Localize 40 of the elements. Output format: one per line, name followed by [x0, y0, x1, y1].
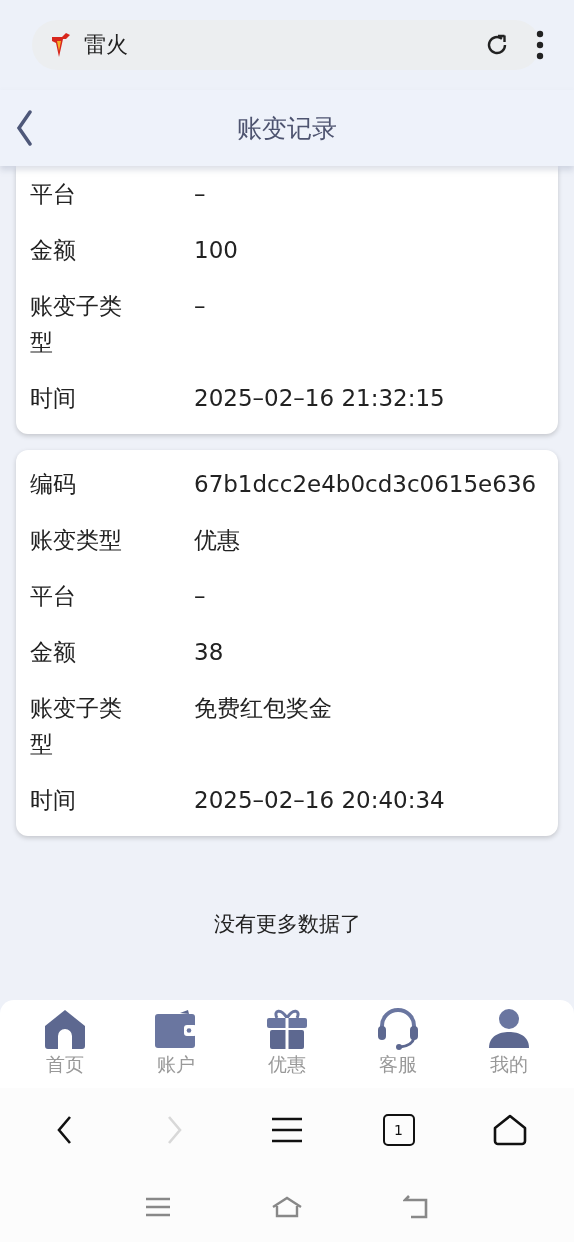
menu-icon[interactable]: [271, 1117, 303, 1143]
more-icon[interactable]: [536, 30, 544, 60]
home-icon[interactable]: [493, 1114, 528, 1146]
end-message: 没有更多数据了: [212, 911, 362, 938]
home-icon: [43, 1008, 88, 1050]
field-value: –: [194, 292, 207, 321]
back-icon[interactable]: [16, 110, 32, 146]
return-icon[interactable]: [403, 1195, 429, 1219]
field-value: 2025–02–16 20:40:34: [194, 786, 446, 815]
field-label: 账变类型: [30, 526, 123, 555]
field-label: 金额: [30, 236, 77, 265]
tab-item[interactable]: 客服: [357, 1008, 438, 1088]
site-name: 雷火: [84, 31, 128, 59]
field-value: –: [194, 582, 207, 611]
field-value: 100: [194, 236, 239, 265]
field-value: –: [194, 180, 207, 209]
tab-item[interactable]: 优惠: [247, 1008, 327, 1088]
field-value: 2025–02–16 21:32:15: [194, 384, 446, 413]
field-label: 编码: [30, 470, 77, 499]
gift-icon: [265, 1008, 309, 1050]
field-label: 时间: [30, 384, 77, 413]
field-label: 平台: [30, 180, 77, 209]
tab-item[interactable]: 账户: [136, 1008, 217, 1088]
field-value: 优惠: [194, 526, 241, 555]
field-value: 免费红包奖金: [194, 694, 333, 723]
back-icon[interactable]: [55, 1115, 72, 1145]
page-title: 账变记录: [236, 112, 338, 145]
field-label: 账变子类型: [30, 694, 123, 759]
field-label: 平台: [30, 582, 77, 611]
field-label: 金额: [30, 638, 77, 667]
field-value: 38: [194, 638, 225, 667]
user-icon: [486, 1008, 531, 1050]
address-bar[interactable]: 雷火: [32, 20, 540, 70]
field-label: 时间: [30, 786, 77, 815]
field-value: 67b1dcc2e4b0cd3c0615e636: [194, 470, 538, 499]
tab-item[interactable]: 首页: [25, 1008, 106, 1088]
tab-item[interactable]: 我的: [468, 1008, 549, 1088]
headset-icon: [375, 1008, 420, 1050]
tabs-button[interactable]: 1: [382, 1114, 415, 1146]
field-label: 账变子类型: [30, 292, 123, 357]
